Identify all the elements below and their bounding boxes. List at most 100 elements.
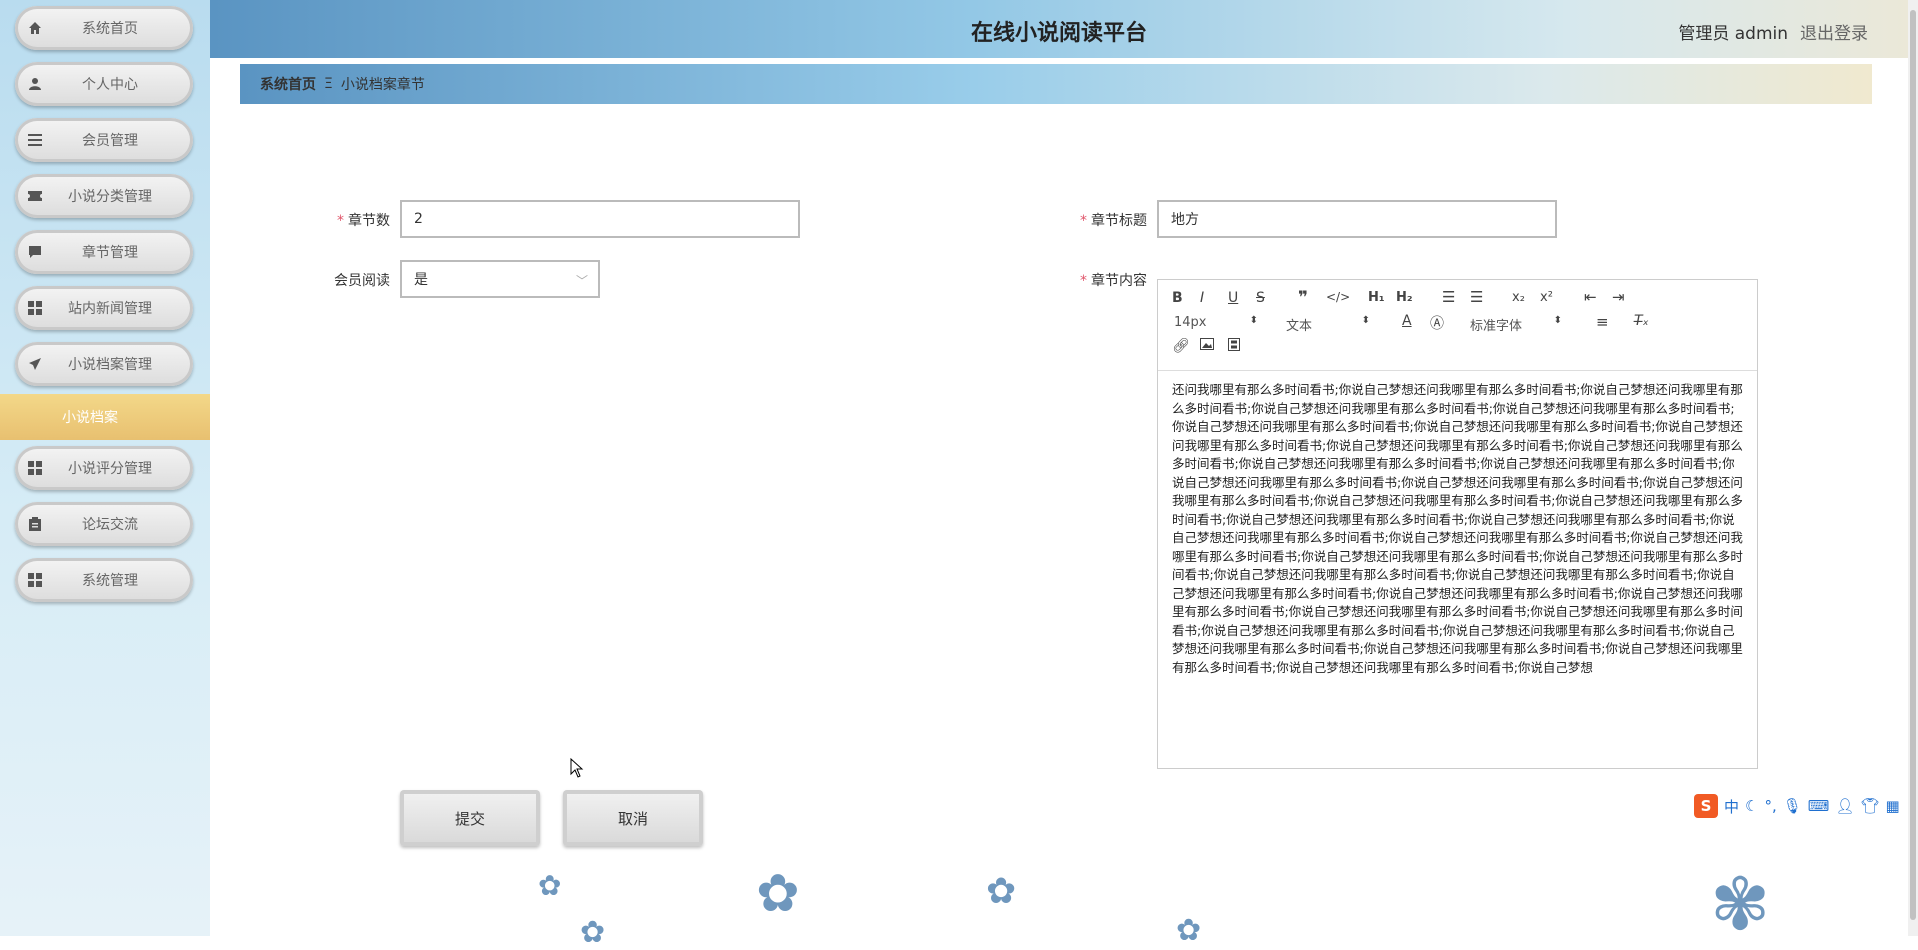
link-icon[interactable]: 🔗︎ [1172, 338, 1190, 354]
send-icon [15, 357, 55, 371]
chapter-content-label: * 章节内容 [1045, 270, 1147, 290]
top-header: 在线小说阅读平台 管理员 admin 退出登录 [210, 0, 1908, 58]
editor-toolbar: B I U S ❞ </> H₁ H₂ ☰ ☰ x₂ x² ⇤ ⇥ 14px ⬍ … [1158, 280, 1757, 371]
ticket-icon [15, 190, 55, 202]
subscript-icon[interactable]: x₂ [1512, 290, 1525, 305]
chapter-content-label-text: 章节内容 [1091, 273, 1147, 289]
indent-icon[interactable]: ⇥ [1612, 288, 1625, 306]
underline-icon[interactable]: U [1228, 290, 1238, 306]
moon-icon[interactable]: ☾ [1745, 797, 1758, 815]
microphone-icon[interactable]: 🎙︎ [1783, 797, 1802, 815]
member-read-value: 是 [414, 272, 428, 288]
flower-decoration: ✿ [580, 915, 606, 950]
chapter-num-label-text: 章节数 [348, 213, 390, 229]
required-mark: * [1080, 213, 1087, 229]
chapter-title-label: * 章节标题 [1045, 210, 1147, 230]
member-read-label: 会员阅读 [334, 273, 390, 289]
chapter-title-input[interactable]: 地方 [1157, 200, 1557, 238]
sidebar-item-chapters[interactable]: 章节管理 [15, 230, 193, 274]
paragraph-value: 文本 [1286, 319, 1313, 334]
sidebar-item-label: 小说档案管理 [68, 357, 152, 373]
breadcrumb-home[interactable]: 系统首页 [260, 74, 316, 94]
bold-icon[interactable]: B [1172, 290, 1183, 306]
submit-button[interactable]: 提交 [400, 790, 540, 846]
app-title: 在线小说阅读平台 [970, 21, 1147, 46]
sogou-logo-icon[interactable]: S [1694, 794, 1718, 818]
required-mark: * [1080, 273, 1087, 289]
sidebar-item-profile[interactable]: 个人中心 [15, 62, 193, 106]
clear-format-icon[interactable]: T̶ₓ [1634, 313, 1649, 329]
sidebar-item-label: 个人中心 [82, 77, 138, 93]
chat-icon [15, 245, 55, 259]
current-user: 管理员 admin [1678, 24, 1788, 44]
logout-link[interactable]: 退出登录 [1800, 19, 1868, 44]
align-icon[interactable]: ≡ [1596, 313, 1609, 331]
breadcrumb-separator: Ξ [324, 76, 333, 92]
font-family-select[interactable]: 标准字体 ⬍ [1470, 315, 1562, 334]
blockquote-icon[interactable]: ❞ [1298, 288, 1308, 308]
chapter-num-input[interactable]: 2 [400, 200, 800, 238]
menu-icon [15, 134, 55, 146]
editor-content[interactable]: 还问我哪里有那么多时间看书;你说自己梦想还问我哪里有那么多时间看书;你说自己梦想… [1158, 371, 1757, 691]
font-size-value: 14px [1174, 315, 1207, 330]
grid-icon [15, 301, 55, 315]
flower-decoration: ✿ [986, 871, 1017, 912]
person-icon[interactable]: 👤︎ [1835, 797, 1854, 815]
font-size-select[interactable]: 14px ⬍ [1174, 315, 1258, 330]
video-icon[interactable] [1228, 338, 1240, 355]
background-color-icon[interactable]: Ⓐ [1430, 313, 1444, 333]
clipboard-icon [15, 517, 55, 531]
punctuation-icon[interactable]: °, [1764, 797, 1776, 815]
strikethrough-icon[interactable]: S [1256, 290, 1265, 306]
sidebar-item-ratings[interactable]: 小说评分管理 [15, 446, 193, 490]
breadcrumb-current: 小说档案章节 [340, 77, 425, 93]
chevron-down-icon: ﹀ [575, 274, 588, 288]
paragraph-select[interactable]: 文本 ⬍ [1286, 315, 1370, 334]
sidebar-item-categories[interactable]: 小说分类管理 [15, 174, 193, 218]
apps-icon[interactable]: ▦ [1886, 797, 1900, 815]
sidebar-subitem-archive[interactable]: 小说档案 [0, 394, 210, 440]
home-icon [15, 21, 55, 35]
user-icon [15, 77, 55, 91]
image-icon[interactable] [1200, 338, 1214, 354]
member-read-select[interactable]: 是 ﹀ [400, 260, 600, 298]
page-scrollbar[interactable] [1908, 0, 1918, 936]
heading2-icon[interactable]: H₂ [1396, 290, 1413, 305]
sidebar-item-label: 会员管理 [82, 133, 138, 149]
grid-icon [15, 573, 55, 587]
shirt-icon[interactable]: 👕︎ [1861, 797, 1880, 815]
cancel-button[interactable]: 取消 [563, 790, 703, 846]
ime-lang[interactable]: 中 [1724, 796, 1739, 817]
chapter-title-label-text: 章节标题 [1091, 213, 1147, 229]
sidebar-item-label: 论坛交流 [82, 517, 138, 533]
required-mark: * [337, 213, 344, 229]
outdent-icon[interactable]: ⇤ [1584, 288, 1597, 306]
scrollbar-thumb[interactable] [1910, 10, 1916, 920]
breadcrumb: 系统首页 Ξ 小说档案章节 [240, 64, 1872, 104]
sidebar-item-system[interactable]: 系统管理 [15, 558, 193, 602]
sidebar: 系统首页 个人中心 会员管理 小说分类管理 章节管理 站内新闻管理 小说档案管理… [0, 0, 210, 936]
sidebar-item-archives[interactable]: 小说档案管理 [15, 342, 193, 386]
heading1-icon[interactable]: H₁ [1368, 290, 1385, 305]
superscript-icon[interactable]: x² [1540, 290, 1553, 305]
sidebar-item-members[interactable]: 会员管理 [15, 118, 193, 162]
code-icon[interactable]: </> [1326, 290, 1350, 304]
updown-icon: ⬍ [1361, 315, 1370, 326]
keyboard-icon[interactable]: ⌨ [1808, 797, 1830, 815]
sidebar-item-forum[interactable]: 论坛交流 [15, 502, 193, 546]
font-family-value: 标准字体 [1470, 319, 1523, 334]
mouse-cursor [570, 757, 584, 782]
bullet-list-icon[interactable]: ☰ [1470, 288, 1483, 306]
rich-text-editor: B I U S ❞ </> H₁ H₂ ☰ ☰ x₂ x² ⇤ ⇥ 14px ⬍ … [1157, 279, 1758, 769]
italic-icon[interactable]: I [1200, 290, 1204, 306]
font-color-icon[interactable]: A [1402, 313, 1412, 329]
ordered-list-icon[interactable]: ☰ [1442, 288, 1455, 306]
flower-decoration: ✿ [756, 864, 800, 924]
sidebar-item-label: 章节管理 [82, 245, 138, 261]
sidebar-item-label: 系统管理 [82, 573, 138, 589]
flower-decoration: ✿ [538, 869, 562, 902]
sidebar-item-news[interactable]: 站内新闻管理 [15, 286, 193, 330]
ime-toolbar: S 中 ☾ °, 🎙︎ ⌨ 👤︎ 👕︎ ▦ [1694, 794, 1900, 818]
updown-icon: ⬍ [1249, 315, 1258, 326]
sidebar-item-home[interactable]: 系统首页 [15, 6, 193, 50]
